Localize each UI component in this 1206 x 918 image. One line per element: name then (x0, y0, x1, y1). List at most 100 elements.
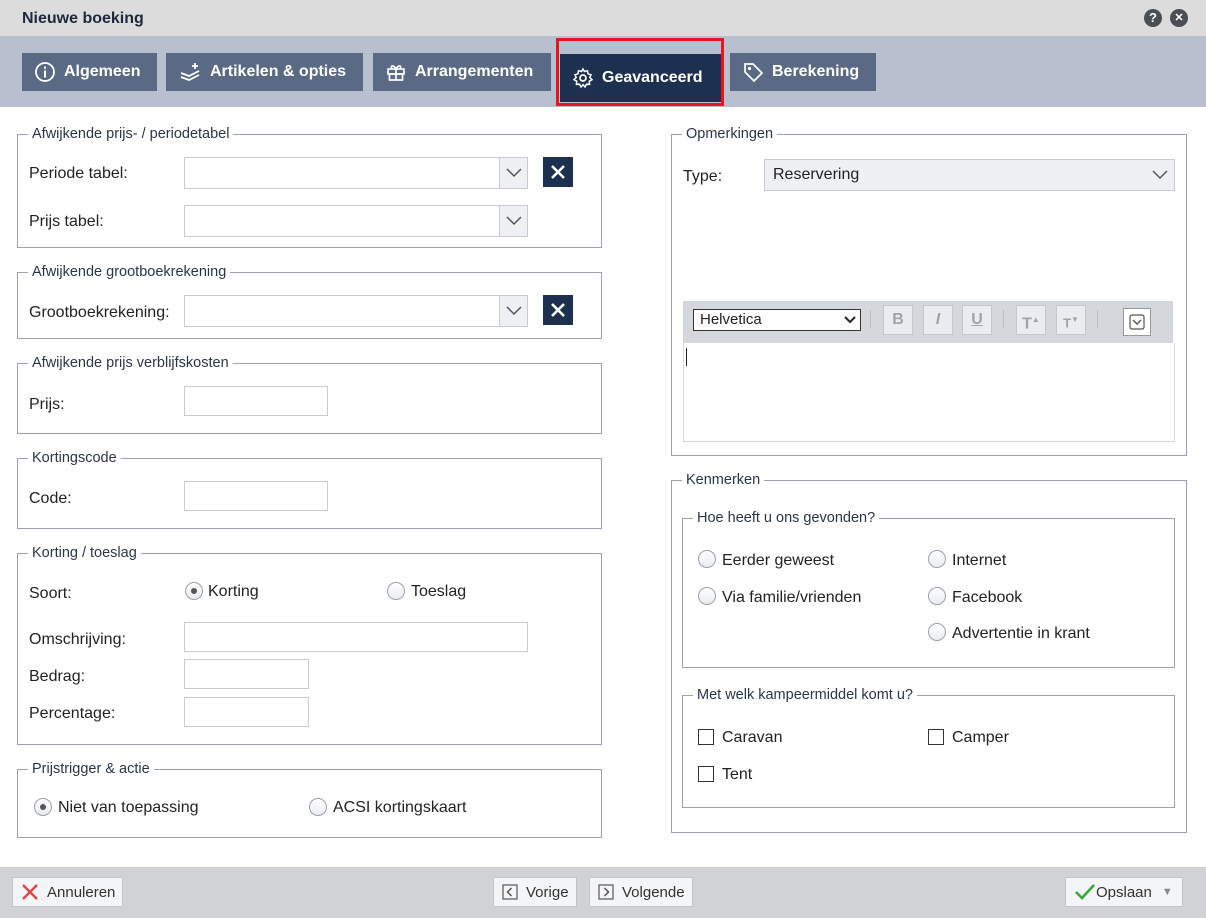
radio-korting-label: Korting (208, 583, 259, 600)
info-icon (35, 62, 55, 82)
percentage-label: Percentage: (29, 705, 116, 722)
clear-period-button[interactable] (543, 157, 573, 187)
cancel-button[interactable]: Annuleren (12, 877, 123, 907)
gear-icon (572, 67, 594, 89)
radio-toeslag[interactable] (387, 582, 405, 600)
italic-button[interactable]: I (923, 305, 953, 335)
radio-via-familie[interactable] (698, 587, 716, 605)
articles-icon (180, 63, 200, 81)
type-label: Soort: (29, 585, 72, 602)
description-label: Omschrijving: (29, 631, 126, 648)
close-icon (21, 883, 39, 901)
tab-label: Artikelen & opties (210, 63, 347, 80)
underline-button[interactable]: U (962, 305, 992, 335)
chevron-left-icon (502, 884, 518, 900)
bold-button[interactable]: B (883, 305, 913, 335)
dialog-title: Nieuwe boeking (22, 10, 144, 27)
tab-geavanceerd[interactable]: Geavanceerd (560, 54, 721, 102)
tab-label: Algemeen (64, 63, 141, 80)
previous-button[interactable]: Vorige (493, 877, 577, 907)
close-icon[interactable]: ✕ (1170, 9, 1188, 27)
dialog-titlebar: Nieuwe boeking ? ✕ (0, 0, 1206, 36)
checkbox-caravan[interactable] (698, 729, 714, 745)
ledger-select[interactable] (184, 295, 528, 327)
close-icon (551, 303, 565, 317)
group-legend: Prijstrigger & actie (28, 761, 154, 777)
text-caret (686, 348, 687, 366)
radio-eerder-geweest-label: Eerder geweest (722, 552, 835, 569)
group-legend: Kenmerken (682, 472, 765, 488)
remarks-editor[interactable] (683, 343, 1175, 442)
editor-toolbar: Helvetica B I U T▲ T▼ (683, 301, 1173, 343)
toolbar-separator (1097, 310, 1098, 328)
tab-label: Geavanceerd (602, 69, 703, 86)
code-label: Code: (29, 490, 72, 507)
radio-eerder-geweest[interactable] (698, 550, 716, 568)
vehicle-group: Met welk kampeermiddel komt u? (682, 687, 1175, 808)
tab-artikelen[interactable]: Artikelen & opties (166, 53, 363, 91)
group-legend: Afwijkende prijs verblijfskosten (28, 355, 233, 371)
chevron-down-icon (499, 158, 527, 188)
group-legend: Met welk kampeermiddel komt u? (693, 687, 917, 703)
save-button[interactable]: Opslaan ▼ (1065, 877, 1183, 907)
discount-code-input[interactable] (184, 481, 328, 511)
checkbox-tent[interactable] (698, 766, 714, 782)
chevron-down-icon (1146, 160, 1174, 190)
amount-input[interactable] (184, 659, 309, 689)
chevron-down-icon[interactable]: ▼ (1162, 886, 1173, 898)
help-icon[interactable]: ? (1144, 9, 1162, 27)
price-table-label: Prijs tabel: (29, 213, 104, 230)
ledger-label: Grootboekrekening: (29, 304, 170, 321)
checkmark-icon (1074, 883, 1096, 901)
period-table-label: Periode tabel: (29, 165, 128, 182)
percentage-input[interactable] (184, 697, 309, 727)
period-table-select[interactable] (184, 157, 528, 189)
radio-acsi-label: ACSI kortingskaart (333, 799, 467, 816)
remarks-type-label: Type: (683, 168, 723, 185)
checkbox-camper-label: Camper (952, 729, 1009, 746)
checkbox-caravan-label: Caravan (722, 729, 783, 746)
radio-via-familie-label: Via familie/vrienden (722, 589, 862, 606)
group-legend: Kortingscode (28, 450, 121, 466)
radio-advertentie-label: Advertentie in krant (952, 625, 1090, 642)
checkbox-camper[interactable] (928, 729, 944, 745)
increase-font-button[interactable]: T▲ (1016, 305, 1046, 335)
tab-arrangementen[interactable]: Arrangementen (373, 53, 551, 91)
toolbar-separator (1003, 310, 1004, 328)
close-icon (551, 165, 565, 179)
radio-internet-label: Internet (952, 552, 1007, 569)
tab-berekening[interactable]: Berekening (730, 53, 876, 91)
tag-icon (744, 63, 764, 83)
stay-price-input[interactable] (184, 386, 328, 416)
radio-niet-van-toepassing[interactable] (34, 798, 52, 816)
chevron-down-icon (499, 296, 527, 326)
price-table-select[interactable] (184, 205, 528, 237)
chevron-right-icon (598, 884, 614, 900)
group-legend: Hoe heeft u ons gevonden? (693, 510, 880, 526)
radio-acsi[interactable] (309, 798, 327, 816)
tab-label: Berekening (772, 63, 860, 80)
chevron-down-icon (1129, 314, 1145, 330)
tab-label: Arrangementen (415, 63, 534, 80)
remarks-type-select[interactable]: Reservering (764, 159, 1175, 191)
more-options-button[interactable] (1123, 308, 1151, 336)
chevron-down-icon (499, 206, 527, 236)
checkbox-tent-label: Tent (722, 766, 753, 783)
amount-label: Bedrag: (29, 668, 86, 685)
radio-facebook[interactable] (928, 587, 946, 605)
group-legend: Afwijkende grootboekrekening (28, 264, 231, 280)
description-input[interactable] (184, 622, 528, 652)
chevron-down-icon (844, 316, 856, 324)
radio-facebook-label: Facebook (952, 589, 1023, 606)
font-family-select[interactable]: Helvetica (693, 309, 861, 331)
group-legend: Korting / toeslag (28, 545, 141, 561)
tab-algemeen[interactable]: Algemeen (22, 53, 157, 91)
next-button[interactable]: Volgende (589, 877, 693, 907)
radio-toeslag-label: Toeslag (411, 583, 467, 600)
radio-advertentie[interactable] (928, 623, 946, 641)
radio-korting[interactable] (185, 582, 203, 600)
radio-niet-van-toepassing-label: Niet van toepassing (58, 799, 199, 816)
clear-ledger-button[interactable] (543, 295, 573, 325)
radio-internet[interactable] (928, 550, 946, 568)
decrease-font-button[interactable]: T▼ (1056, 305, 1086, 335)
